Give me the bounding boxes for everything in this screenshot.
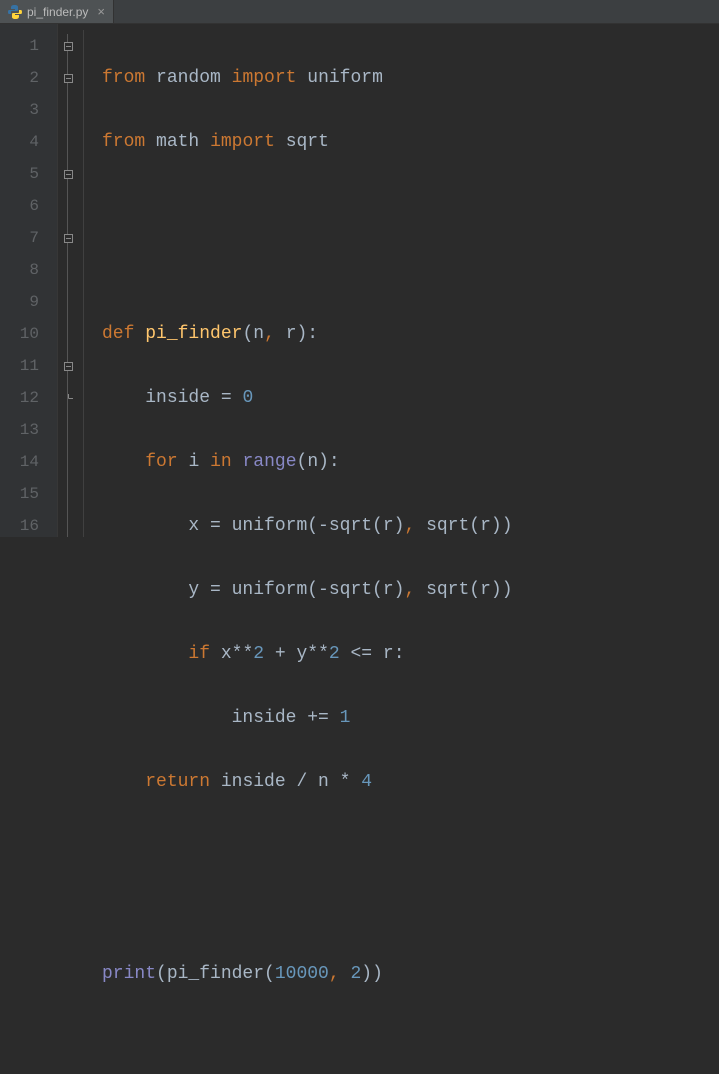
fold-marker-icon[interactable] <box>58 30 78 62</box>
line-number: 2 <box>0 62 57 94</box>
fold-end-icon[interactable] <box>58 382 78 414</box>
code-line <box>102 894 719 926</box>
line-number: 6 <box>0 190 57 222</box>
line-number: 11 <box>0 350 57 382</box>
tab-filename: pi_finder.py <box>27 5 88 19</box>
python-file-icon <box>8 5 22 19</box>
fold-marker-icon[interactable] <box>58 222 78 254</box>
line-number: 8 <box>0 254 57 286</box>
code-line: x = uniform(-sqrt(r), sqrt(r)) <box>102 510 719 542</box>
code-line: inside += 1 <box>102 702 719 734</box>
code-line <box>102 1022 719 1054</box>
line-number: 5 <box>0 158 57 190</box>
fold-marker-icon[interactable] <box>58 62 78 94</box>
code-line: inside = 0 <box>102 382 719 414</box>
line-number: 3 <box>0 94 57 126</box>
line-number: 9 <box>0 286 57 318</box>
code-line: for i in range(n): <box>102 446 719 478</box>
line-number: 4 <box>0 126 57 158</box>
code-line: return inside / n * 4 <box>102 766 719 798</box>
line-number: 7 <box>0 222 57 254</box>
code-line <box>102 254 719 286</box>
code-line: y = uniform(-sqrt(r), sqrt(r)) <box>102 574 719 606</box>
code-line <box>102 190 719 222</box>
fold-marker-icon[interactable] <box>58 350 78 382</box>
line-number-gutter: 1 2 3 4 5 6 7 8 9 10 11 12 13 14 15 16 <box>0 24 58 537</box>
indent-guide <box>78 24 102 537</box>
code-line: def pi_finder(n, r): <box>102 318 719 350</box>
line-number: 13 <box>0 414 57 446</box>
line-number: 12 <box>0 382 57 414</box>
code-line: print(pi_finder(10000, 2)) <box>102 958 719 990</box>
code-line: from math import sqrt <box>102 126 719 158</box>
line-number: 14 <box>0 446 57 478</box>
code-line: if x**2 + y**2 <= r: <box>102 638 719 670</box>
close-icon[interactable]: × <box>97 5 105 18</box>
code-line: from random import uniform <box>102 62 719 94</box>
file-tab[interactable]: pi_finder.py × <box>0 0 114 23</box>
line-number: 16 <box>0 510 57 542</box>
code-editor[interactable]: 1 2 3 4 5 6 7 8 9 10 11 12 13 14 15 16 f… <box>0 24 719 537</box>
line-number: 1 <box>0 30 57 62</box>
line-number: 10 <box>0 318 57 350</box>
tab-bar: pi_finder.py × <box>0 0 719 24</box>
code-content[interactable]: from random import uniform from math imp… <box>102 24 719 537</box>
code-line <box>102 830 719 862</box>
line-number: 15 <box>0 478 57 510</box>
fold-column <box>58 24 78 537</box>
fold-marker-icon[interactable] <box>58 158 78 190</box>
